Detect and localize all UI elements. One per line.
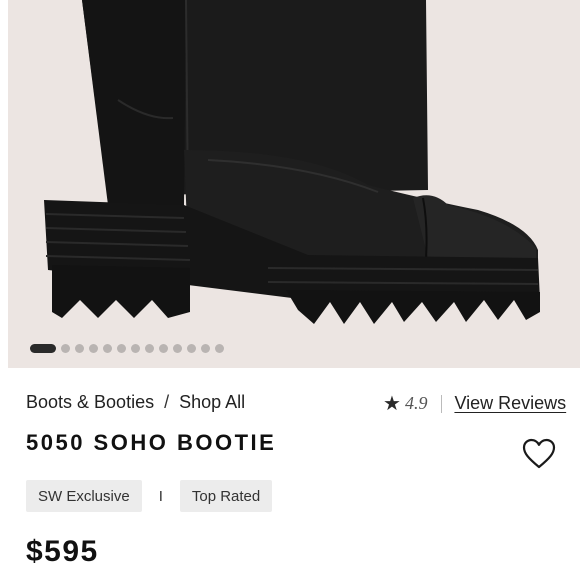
- product-image[interactable]: [8, 0, 580, 368]
- breadcrumb-separator: /: [164, 392, 170, 412]
- breadcrumb-link-shop-all[interactable]: Shop All: [179, 392, 245, 413]
- breadcrumb: Boots & Booties / Shop All: [26, 392, 245, 413]
- carousel-dot[interactable]: [89, 343, 98, 353]
- carousel-dot[interactable]: [187, 343, 196, 353]
- carousel-dot[interactable]: [159, 343, 168, 353]
- product-price: $595: [26, 535, 99, 568]
- carousel-dot[interactable]: [131, 343, 140, 353]
- carousel-dot[interactable]: [103, 343, 112, 353]
- rating-score: 4.9: [404, 393, 428, 413]
- carousel-dot[interactable]: [173, 343, 182, 353]
- product-title: 5050 SOHO BOOTIE: [26, 430, 277, 455]
- wishlist-button[interactable]: [522, 438, 556, 470]
- carousel-dot[interactable]: [30, 343, 56, 353]
- carousel-dot[interactable]: [201, 343, 210, 353]
- view-reviews-link[interactable]: View Reviews: [454, 393, 566, 414]
- product-tags: SW Exclusive I Top Rated: [26, 480, 273, 512]
- rating-divider: [441, 394, 443, 413]
- tag-top-rated: Top Rated: [179, 480, 273, 512]
- carousel-dot[interactable]: [117, 343, 126, 353]
- tag-sw-exclusive: SW Exclusive: [26, 480, 142, 512]
- breadcrumb-link-boots-booties[interactable]: Boots & Booties: [26, 392, 154, 413]
- heart-icon: [522, 438, 556, 469]
- carousel-dot[interactable]: [61, 343, 70, 353]
- bootie-illustration: [44, 0, 540, 324]
- carousel-dot[interactable]: [145, 343, 154, 353]
- star-icon: ★: [383, 392, 401, 415]
- tag-separator: I: [158, 487, 163, 505]
- carousel-dots: [30, 342, 224, 354]
- carousel-dot[interactable]: [215, 343, 224, 353]
- product-rating: ★ 4.9 View Reviews: [383, 393, 566, 414]
- carousel-dot[interactable]: [75, 343, 84, 353]
